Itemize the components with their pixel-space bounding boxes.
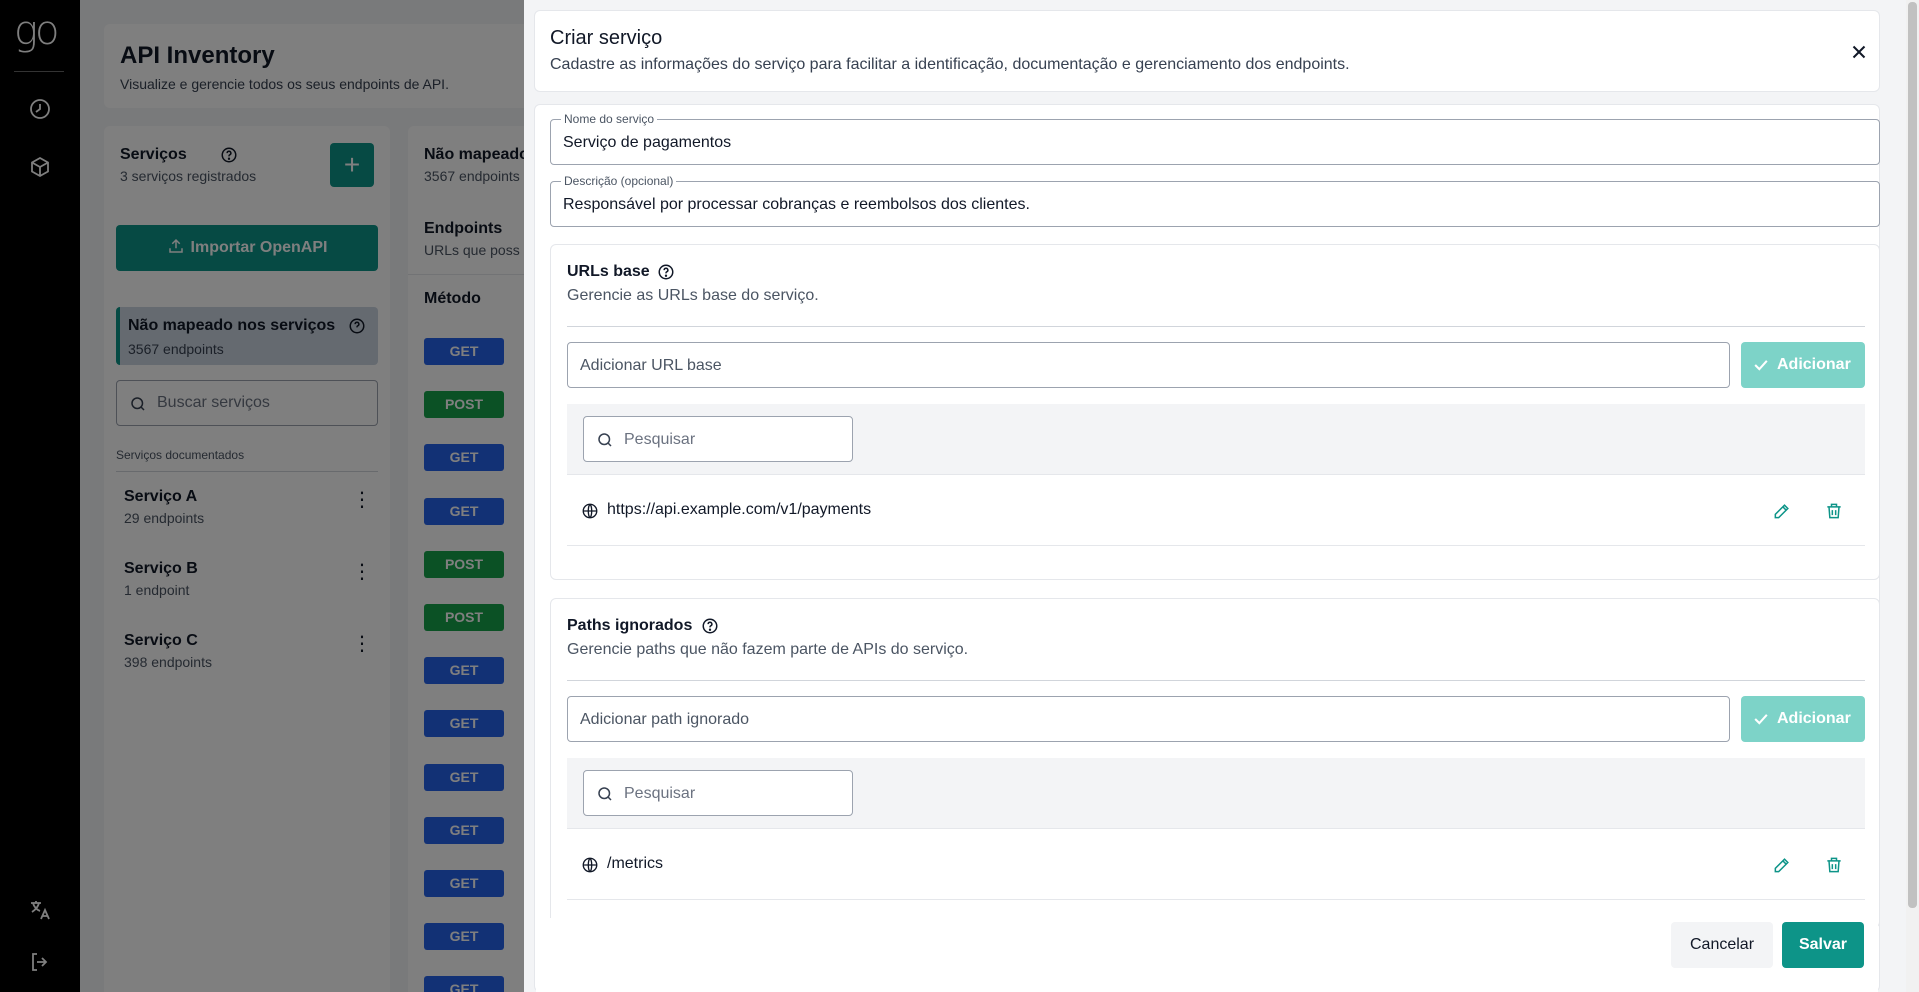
base-url-value: https://api.example.com/v1/payments xyxy=(607,501,872,518)
help-icon[interactable] xyxy=(701,617,719,635)
save-button[interactable]: Salvar xyxy=(1782,922,1864,968)
ignored-paths-section: Paths ignorados Gerencie paths que não f… xyxy=(550,598,1880,928)
check-icon xyxy=(1754,360,1768,371)
base-url-input[interactable]: Adicionar URL base xyxy=(567,342,1730,388)
trash-icon[interactable] xyxy=(1824,855,1844,875)
service-description-label: Descrição (opcional) xyxy=(561,174,677,188)
search-icon xyxy=(598,787,612,801)
drawer-title: Criar serviço xyxy=(550,27,663,49)
list-item: /metrics xyxy=(567,828,1865,900)
base-urls-section: URLs base Gerencie as URLs base do servi… xyxy=(550,244,1880,580)
base-url-placeholder: Adicionar URL base xyxy=(580,357,722,374)
ignored-paths-search-input[interactable]: Pesquisar xyxy=(583,770,853,816)
ignored-paths-title: Paths ignorados xyxy=(567,617,693,634)
globe-icon xyxy=(582,857,598,873)
base-urls-description: Gerencie as URLs base do serviço. xyxy=(567,287,819,304)
service-name-field[interactable]: Nome do serviço Serviço de pagamentos xyxy=(550,112,1880,165)
divider xyxy=(567,680,1865,681)
divider xyxy=(567,326,1865,327)
ignored-path-value: /metrics xyxy=(607,855,663,872)
trash-icon[interactable] xyxy=(1824,501,1844,521)
service-description-value: Responsável por processar cobranças e re… xyxy=(563,196,1030,213)
ignored-path-input[interactable]: Adicionar path ignorado xyxy=(567,696,1730,742)
list-toolbar: Pesquisar xyxy=(567,404,1865,474)
search-icon xyxy=(598,433,612,447)
base-urls-search-input[interactable]: Pesquisar xyxy=(583,416,853,462)
close-icon[interactable] xyxy=(1848,41,1870,63)
drawer-description: Cadastre as informações do serviço para … xyxy=(550,56,1350,73)
base-urls-title: URLs base xyxy=(567,263,650,280)
add-label: Adicionar xyxy=(1777,356,1851,373)
scrollbar-thumb[interactable] xyxy=(1908,2,1917,908)
add-label: Adicionar xyxy=(1777,710,1851,727)
cancel-button[interactable]: Cancelar xyxy=(1671,922,1773,968)
add-base-url-button[interactable]: Adicionar xyxy=(1741,342,1865,388)
service-description-field[interactable]: Descrição (opcional) Responsável por pro… xyxy=(550,174,1880,227)
help-icon[interactable] xyxy=(657,263,675,281)
list-toolbar: Pesquisar xyxy=(567,758,1865,828)
ignored-paths-list: Pesquisar /metrics xyxy=(567,758,1865,900)
ignored-paths-description: Gerencie paths que não fazem parte de AP… xyxy=(567,641,969,658)
drawer-header: Criar serviço Cadastre as informações do… xyxy=(534,10,1880,92)
search-placeholder: Pesquisar xyxy=(624,431,696,448)
add-ignored-path-button[interactable]: Adicionar xyxy=(1741,696,1865,742)
edit-icon[interactable] xyxy=(1772,501,1792,521)
service-name-value: Serviço de pagamentos xyxy=(563,134,732,151)
globe-icon xyxy=(582,503,598,519)
check-icon xyxy=(1754,714,1768,725)
search-placeholder: Pesquisar xyxy=(624,785,696,802)
ignored-path-placeholder: Adicionar path ignorado xyxy=(580,711,750,728)
service-name-label: Nome do serviço xyxy=(561,112,658,126)
base-urls-list: Pesquisar https://api.example.com/v1/pay… xyxy=(567,404,1865,546)
scrollbar[interactable] xyxy=(1906,0,1919,992)
list-item: https://api.example.com/v1/payments xyxy=(567,474,1865,546)
edit-icon[interactable] xyxy=(1772,855,1792,875)
